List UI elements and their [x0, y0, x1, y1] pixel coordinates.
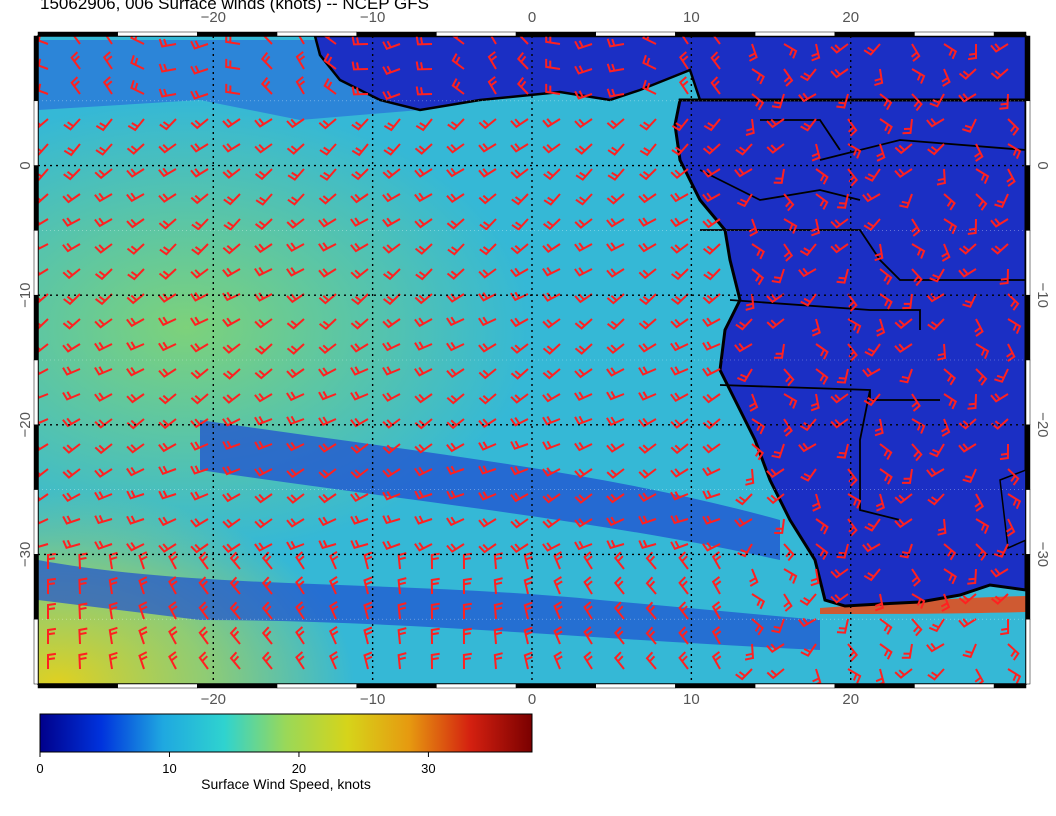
bottom-border-segment — [754, 683, 836, 689]
left-border-segment — [33, 489, 39, 555]
top-border-segment — [197, 31, 278, 37]
left-border-segment — [33, 230, 39, 296]
left-lat-label-2: −20 — [17, 412, 34, 437]
bottom-border-segment — [914, 683, 995, 689]
right-lat-label-1: −10 — [1034, 282, 1051, 307]
right-border-segment — [1025, 489, 1031, 555]
map-frame: −20 −20 −10 −10 0 0 10 10 20 20 0 0 −10 −10 −20 −20 −30 −… — [17, 9, 1051, 708]
left-border-segment — [33, 35, 39, 102]
top-border-segment — [754, 31, 836, 37]
bottom-lon-label-2: 0 — [528, 691, 536, 708]
right-border-segment — [1025, 230, 1031, 296]
right-border-segment — [1025, 294, 1031, 361]
left-border-segment — [33, 359, 39, 426]
left-lat-label-3: −30 — [17, 542, 34, 567]
colorbar-tick-label-1: 10 — [162, 761, 176, 776]
bottom-border-segment — [834, 683, 915, 689]
bottom-border-segment — [595, 683, 676, 689]
bottom-border-segment — [356, 683, 437, 689]
bottom-border-segment — [117, 683, 198, 689]
top-lon-label-1: −10 — [360, 9, 385, 26]
right-lat-label-2: −20 — [1034, 412, 1051, 437]
top-lon-label-0: −20 — [201, 9, 226, 26]
bottom-lon-label-0: −20 — [201, 691, 226, 708]
colorbar-tick-label-2: 20 — [292, 761, 306, 776]
right-border-segment — [1025, 359, 1031, 426]
right-border-segment — [1025, 165, 1031, 231]
bottom-lon-label-1: −10 — [360, 691, 385, 708]
left-lat-label-0: 0 — [17, 161, 34, 169]
left-border-segment — [33, 100, 39, 166]
bottom-lon-label-4: 20 — [842, 691, 859, 708]
colorbar-ticks: 0 10 20 30 — [36, 752, 436, 776]
right-lat-label-0: 0 — [1034, 161, 1051, 169]
colorbar-gradient — [39, 713, 533, 753]
top-border-segment — [117, 31, 198, 37]
colorbar-label: Surface Wind Speed, knots — [201, 776, 371, 792]
bottom-border-segment — [37, 683, 118, 689]
top-border-segment — [993, 31, 1027, 37]
top-border-segment — [515, 31, 596, 37]
right-border-segment — [1025, 35, 1031, 102]
bottom-border-segment — [675, 683, 756, 689]
colorbar-tick-label-0: 0 — [36, 761, 43, 776]
top-border-segment — [595, 31, 676, 37]
left-border-segment — [33, 165, 39, 231]
top-lon-label-3: 10 — [683, 9, 700, 26]
bottom-border-segment — [276, 683, 357, 689]
top-border-segment — [675, 31, 756, 37]
top-border-segment — [276, 31, 357, 37]
colorbar: 0 10 20 30 Surface Wind Speed, knots — [36, 713, 533, 792]
bottom-lon-label-3: 10 — [683, 691, 700, 708]
right-border-segment — [1025, 554, 1031, 620]
right-border-segment — [1025, 100, 1031, 166]
bottom-border-segment — [197, 683, 278, 689]
left-border-segment — [33, 554, 39, 620]
left-lat-label-1: −10 — [17, 282, 34, 307]
wind-map: −20 −20 −10 −10 0 0 10 10 20 20 0 0 −10 −10 −20 −20 −30 −… — [17, 9, 1051, 792]
bottom-border-segment — [993, 683, 1027, 689]
bottom-border-segment — [515, 683, 596, 689]
top-border-segment — [914, 31, 995, 37]
left-border-segment — [33, 294, 39, 361]
top-lon-label-4: 20 — [842, 9, 859, 26]
right-border-segment — [1025, 424, 1031, 490]
bottom-border-segment — [436, 683, 517, 689]
left-border-segment — [33, 424, 39, 490]
top-border-segment — [37, 31, 118, 37]
top-border-segment — [436, 31, 517, 37]
right-border-segment — [1025, 618, 1031, 685]
right-lat-label-3: −30 — [1034, 542, 1051, 567]
top-border-segment — [834, 31, 915, 37]
colorbar-tick-label-3: 30 — [421, 761, 435, 776]
top-border-segment — [356, 31, 437, 37]
top-lon-label-2: 0 — [528, 9, 536, 26]
left-border-segment — [33, 618, 39, 685]
